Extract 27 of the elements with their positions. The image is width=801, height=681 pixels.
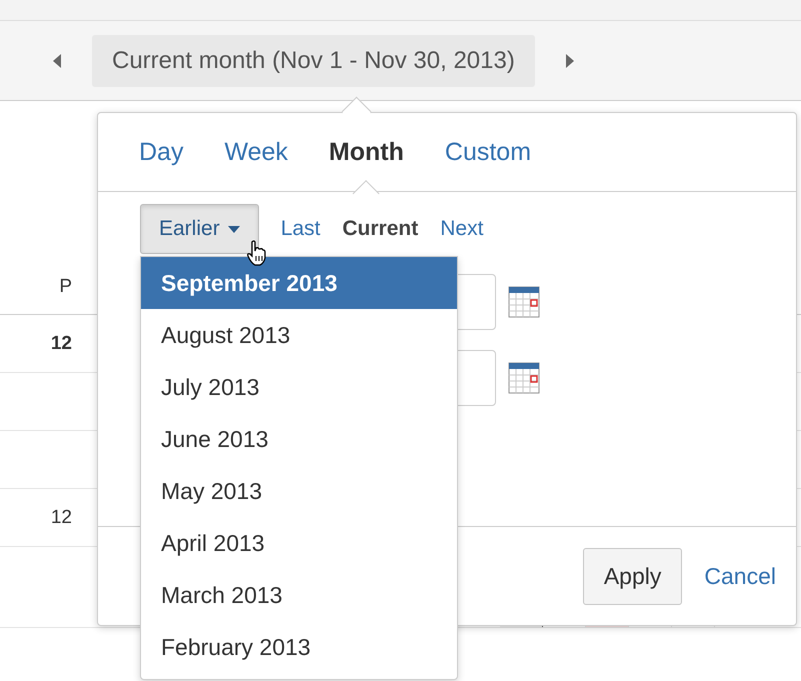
menu-item[interactable]: July 2013 [141,361,457,413]
menu-item[interactable]: June 2013 [141,413,457,465]
tab[interactable]: Custom [444,138,532,166]
menu-item[interactable]: February 2013 [141,621,457,673]
cancel-link[interactable]: Cancel [704,562,776,590]
calendar-icon[interactable] [508,362,540,394]
calendar-icon[interactable] [508,286,540,318]
caret-icon [228,226,240,232]
tab[interactable]: Week [224,138,288,166]
earlier-dropdown-button[interactable]: Earlier [140,204,259,254]
table-cell-text: 12 [50,332,72,354]
menu-item[interactable]: March 2013 [141,569,457,621]
tab[interactable]: Month [328,138,404,166]
menu-item[interactable]: May 2013 [141,465,457,517]
menu-item[interactable]: August 2013 [141,309,457,361]
range-link[interactable]: Next [440,217,484,241]
menu-item[interactable]: April 2013 [141,517,457,569]
previous-icon[interactable] [52,52,62,68]
column-header: P [58,276,72,298]
period-button[interactable]: Current month (Nov 1 - Nov 30, 2013) [92,34,535,86]
table-cell-text: 12 [50,506,72,528]
tab[interactable]: Day [139,138,184,166]
range-link[interactable]: Last [280,217,320,241]
range-link[interactable]: Current [342,217,418,241]
menu-item[interactable]: September 2013 [141,257,457,309]
next-icon[interactable] [564,52,575,68]
apply-button[interactable]: Apply [582,548,682,604]
